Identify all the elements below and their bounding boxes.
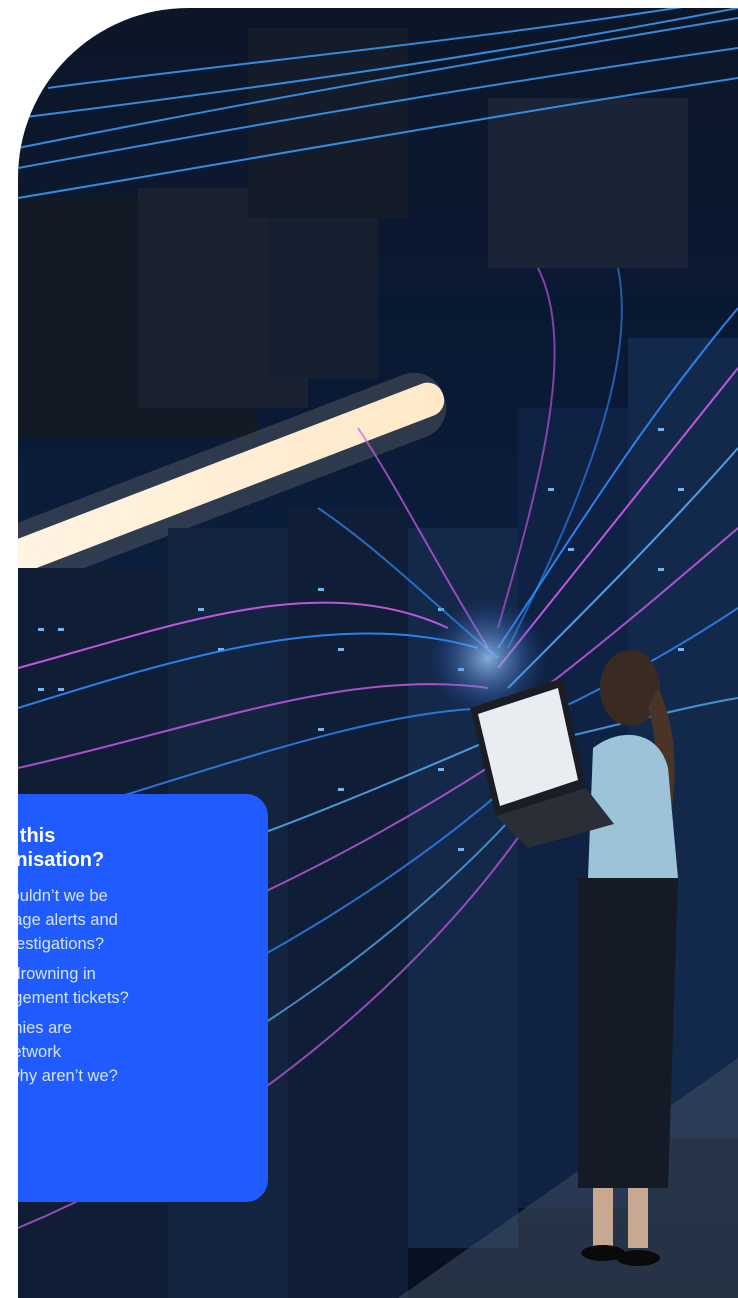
question-card: hear this organisation? 5! Shouldn’t we … xyxy=(18,794,268,1202)
card-title: hear this organisation? xyxy=(18,824,268,872)
hero-image: hear this organisation? 5! Shouldn’t we … xyxy=(18,8,738,1298)
question-item: e we drowning in management tickets? xyxy=(18,965,129,1007)
card-title-line: hear this xyxy=(18,825,56,847)
ceiling-rack xyxy=(268,218,378,378)
question-item: 5! Shouldn’t we be I to triage alerts an… xyxy=(18,887,118,953)
card-title-line: organisation? xyxy=(18,849,105,871)
question-item: ompanies are ting network ons; why aren’… xyxy=(18,1019,118,1085)
ceiling-rack xyxy=(488,98,688,268)
